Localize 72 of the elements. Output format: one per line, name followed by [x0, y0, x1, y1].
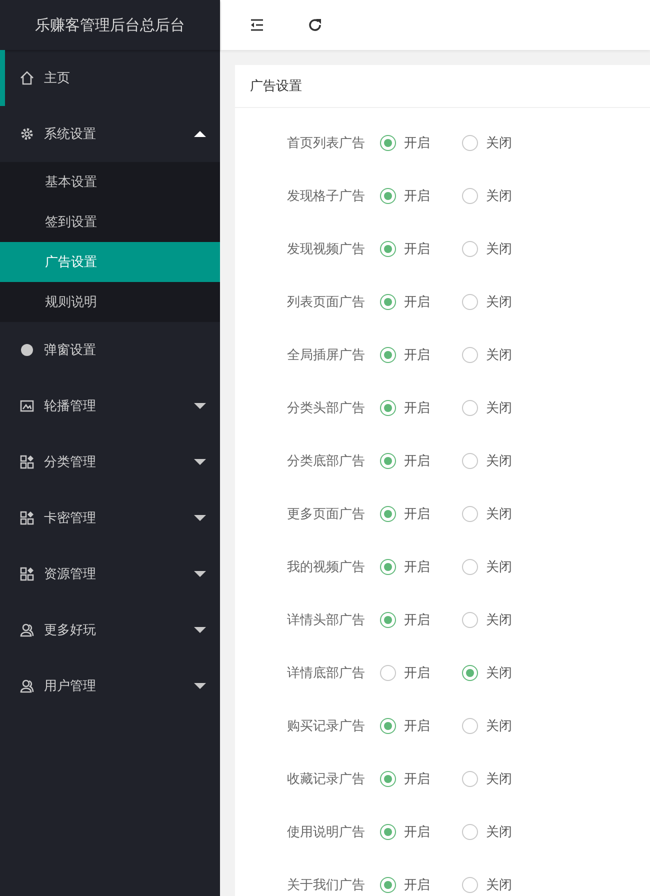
radio-option[interactable]: 关闭 [462, 822, 544, 840]
grid-icon [20, 511, 34, 525]
radio-option[interactable]: 开启 [380, 610, 462, 628]
setting-label: 更多页面广告 [286, 506, 365, 522]
grid-icon [20, 567, 34, 581]
setting-label: 发现视频广告 [286, 240, 365, 258]
setting-label: 首页列表广告 [286, 134, 365, 152]
radio-option[interactable]: 关闭 [462, 292, 544, 310]
gear-icon [20, 127, 34, 141]
circle-icon [20, 343, 34, 357]
users-icon [20, 623, 34, 637]
nav-item[interactable]: 更多好玩 [0, 602, 220, 658]
radio-option[interactable]: 开启 [380, 558, 462, 576]
setting-label: 详情底部广告 [286, 664, 365, 682]
menu-icon[interactable] [248, 16, 266, 34]
radio-option[interactable]: 开启 [380, 876, 462, 894]
setting-label: 列表页面广告 [286, 294, 365, 310]
radio-option[interactable]: 开启 [380, 134, 462, 152]
nav-item[interactable]: 系统设置 [0, 106, 220, 162]
radio-option[interactable]: 开启 [380, 664, 462, 682]
nav-item[interactable]: 用户管理 [0, 658, 220, 714]
radio-option[interactable]: 开启 [380, 346, 462, 364]
radio-option[interactable]: 关闭 [462, 452, 544, 470]
radio-option[interactable]: 开启 [380, 292, 462, 310]
app-logo: 乐赚客管理后台总后台 [0, 0, 220, 50]
radio-option[interactable]: 关闭 [462, 770, 544, 788]
image-icon [20, 400, 34, 412]
radio-option[interactable]: 关闭 [462, 186, 544, 204]
setting-label: 收藏记录广告 [286, 770, 365, 788]
radio-option[interactable]: 关闭 [462, 240, 544, 258]
nav-item[interactable]: 卡密管理 [0, 490, 220, 546]
setting-label: 全局插屏广告 [286, 346, 365, 364]
setting-label: 详情头部广告 [286, 612, 365, 628]
nav-item[interactable]: 弹窗设置 [0, 322, 220, 378]
radio-option[interactable]: 关闭 [462, 876, 544, 894]
nav-item[interactable]: 主页 [5, 50, 220, 106]
setting-label: 分类头部广告 [286, 400, 365, 416]
radio-option[interactable]: 关闭 [462, 664, 544, 682]
setting-label: 我的视频广告 [286, 558, 365, 576]
refresh-icon[interactable] [306, 16, 324, 34]
radio-option[interactable]: 关闭 [462, 398, 544, 416]
nav-subitem[interactable]: 签到设置 [0, 202, 220, 242]
home-icon [20, 71, 34, 85]
radio-option[interactable]: 关闭 [462, 504, 544, 522]
radio-option[interactable]: 开启 [380, 452, 462, 470]
radio-option[interactable]: 开启 [380, 716, 462, 734]
radio-option[interactable]: 关闭 [462, 558, 544, 576]
nav-indicator [0, 50, 5, 106]
radio-option[interactable]: 关闭 [462, 610, 544, 628]
grid-icon [20, 455, 34, 469]
nav-subitem[interactable]: 规则说明 [0, 282, 220, 322]
radio-option[interactable]: 开启 [380, 504, 462, 522]
setting-label: 分类底部广告 [286, 452, 365, 470]
card-title: 广告设置 [235, 65, 650, 108]
setting-label: 购买记录广告 [286, 718, 365, 734]
nav-subitem[interactable]: 广告设置 [0, 242, 220, 282]
radio-option[interactable]: 开启 [380, 822, 462, 840]
nav-item[interactable]: 分类管理 [0, 434, 220, 490]
users-icon [20, 679, 34, 693]
nav-subitem[interactable]: 基本设置 [0, 162, 220, 202]
radio-option[interactable]: 关闭 [462, 346, 544, 364]
radio-option[interactable]: 开启 [380, 770, 462, 788]
setting-label: 发现格子广告 [286, 188, 365, 204]
nav-item[interactable]: 轮播管理 [0, 378, 220, 434]
nav-item[interactable]: 资源管理 [0, 546, 220, 602]
setting-label: 关于我们广告 [286, 876, 365, 894]
radio-option[interactable]: 关闭 [462, 716, 544, 734]
radio-option[interactable]: 开启 [380, 240, 462, 258]
radio-option[interactable]: 关闭 [462, 134, 544, 152]
radio-option[interactable]: 开启 [380, 398, 462, 416]
radio-option[interactable]: 开启 [380, 186, 462, 204]
setting-label: 使用说明广告 [286, 824, 365, 840]
